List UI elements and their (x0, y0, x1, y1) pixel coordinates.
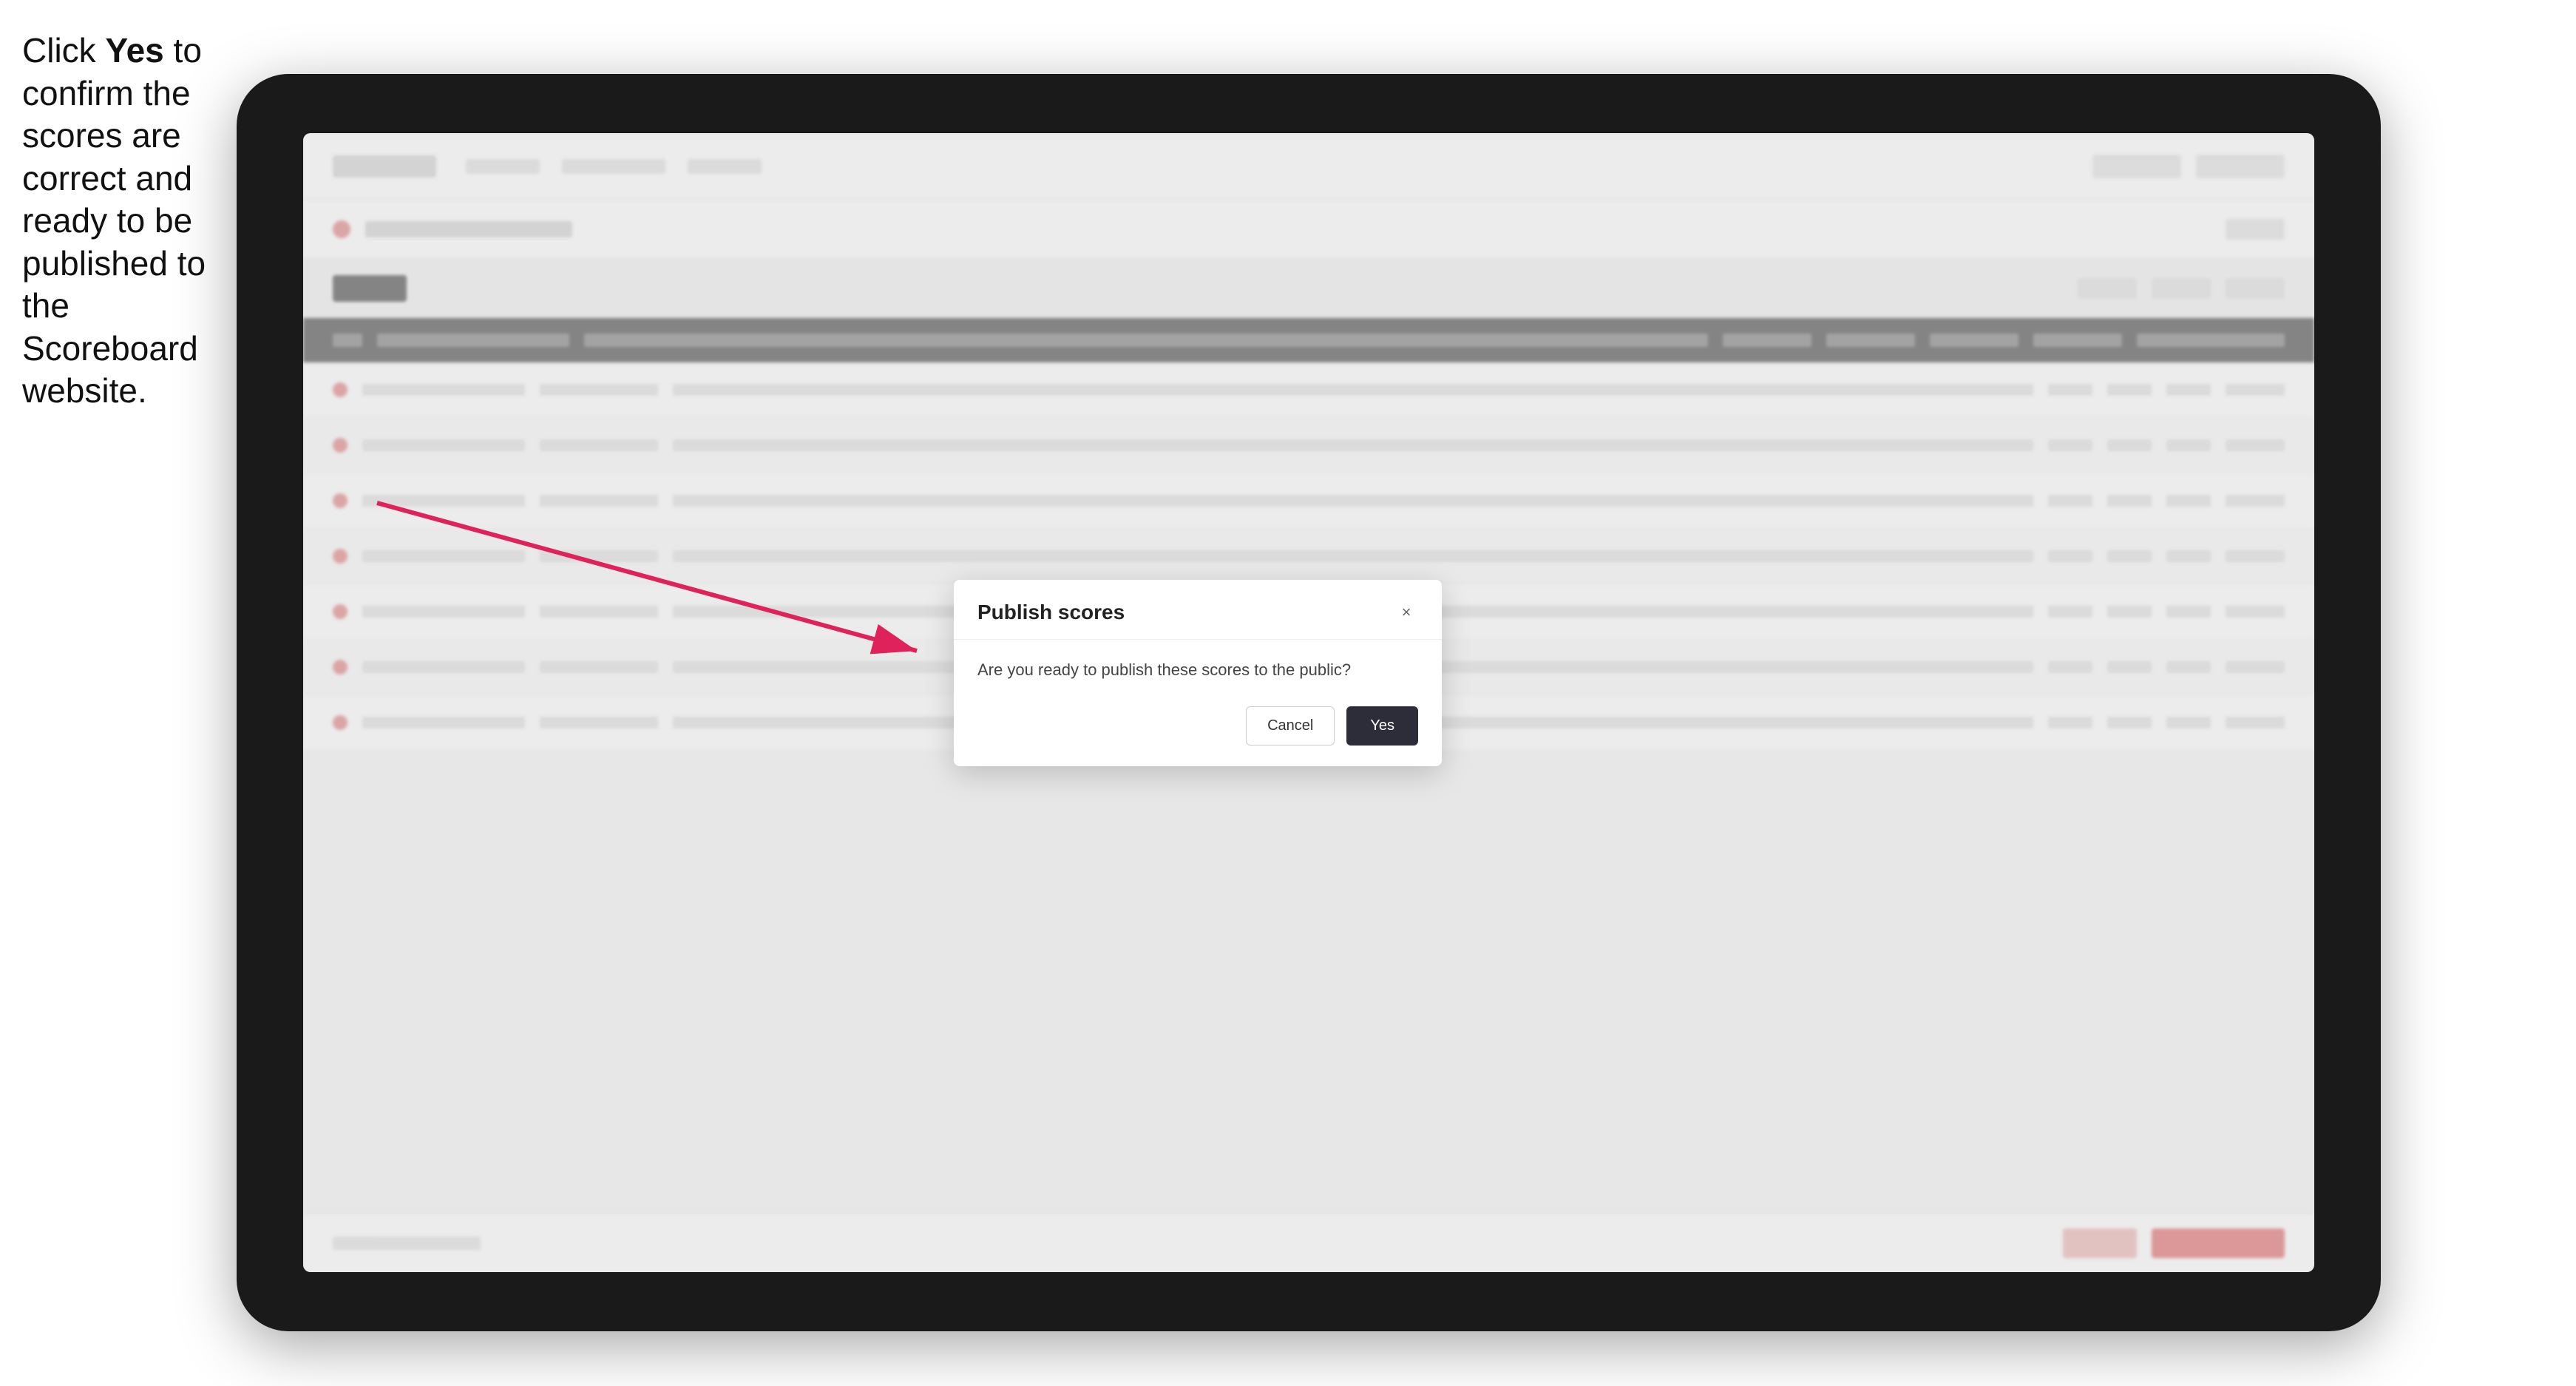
cancel-button[interactable]: Cancel (1246, 706, 1335, 746)
modal-close-button[interactable]: × (1394, 601, 1418, 624)
yes-button[interactable]: Yes (1346, 706, 1418, 746)
tablet-device: Publish scores × Are you ready to publis… (237, 74, 2381, 1331)
modal-title: Publish scores (977, 601, 1125, 624)
publish-scores-dialog: Publish scores × Are you ready to publis… (954, 580, 1442, 766)
modal-message: Are you ready to publish these scores to… (977, 660, 1418, 680)
modal-header: Publish scores × (954, 580, 1442, 640)
instruction-text: Click Yes to confirm the scores are corr… (22, 30, 237, 413)
tablet-screen: Publish scores × Are you ready to publis… (303, 133, 2314, 1272)
modal-footer: Cancel Yes (954, 694, 1442, 766)
modal-body: Are you ready to publish these scores to… (954, 640, 1442, 694)
modal-overlay: Publish scores × Are you ready to publis… (303, 133, 2314, 1272)
